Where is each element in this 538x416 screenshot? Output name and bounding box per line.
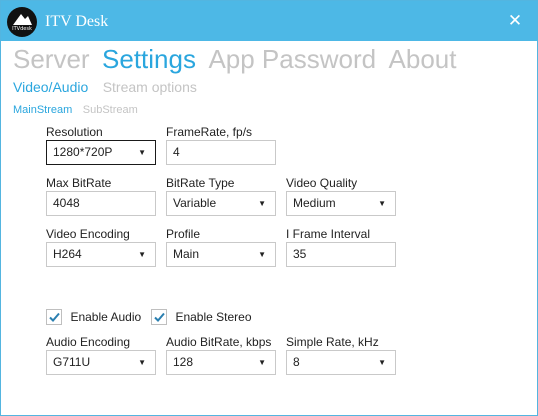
tab-stream-options[interactable]: Stream options	[103, 79, 197, 95]
video-quality-select[interactable]: Medium ▼	[286, 191, 396, 216]
checkmark-icon	[49, 312, 60, 322]
video-encoding-select[interactable]: H264 ▼	[46, 242, 156, 267]
checkbox-box[interactable]	[46, 308, 62, 325]
audio-encoding-label: Audio Encoding	[46, 335, 131, 349]
chevron-down-icon: ▼	[258, 199, 266, 208]
audio-bitrate-value: 128	[173, 355, 194, 369]
iframe-interval-value: 35	[293, 247, 307, 261]
sample-rate-value: 8	[293, 355, 300, 369]
checkbox-box[interactable]	[151, 308, 167, 325]
sample-rate-label: Simple Rate, kHz	[286, 335, 379, 349]
audio-encoding-select[interactable]: G711U ▼	[46, 350, 156, 375]
tab-about[interactable]: About	[389, 43, 457, 75]
close-button[interactable]: ✕	[505, 11, 525, 31]
chevron-down-icon: ▼	[378, 358, 386, 367]
framerate-field: FrameRate, fp/s 4	[166, 125, 276, 165]
video-encoding-value: H264	[53, 247, 82, 261]
iframe-interval-label: I Frame Interval	[286, 227, 371, 241]
chevron-down-icon: ▼	[138, 250, 146, 259]
framerate-label: FrameRate, fp/s	[166, 125, 253, 139]
profile-value: Main	[173, 247, 200, 261]
audio-bitrate-field: Audio BitRate, kbps 128 ▼	[166, 335, 276, 375]
enable-stereo-label: Enable Stereo	[175, 309, 252, 324]
sample-rate-field: Simple Rate, kHz 8 ▼	[286, 335, 396, 375]
stream-tabs: MainStream SubStream	[13, 100, 144, 118]
title-bar[interactable]: ITVdesk ITV Desk ✕	[1, 1, 537, 41]
logo-text: ITVdesk	[12, 26, 32, 32]
bitrate-type-field: BitRate Type Variable ▼	[166, 176, 276, 216]
window-title: ITV Desk	[45, 13, 109, 30]
iframe-interval-input[interactable]: 35	[286, 242, 396, 267]
chevron-down-icon: ▼	[378, 199, 386, 208]
bitrate-type-value: Variable	[173, 196, 217, 210]
video-quality-label: Video Quality	[286, 176, 358, 190]
chevron-down-icon: ▼	[138, 358, 146, 367]
video-quality-value: Medium	[293, 196, 336, 210]
sub-tabs: Video/Audio Stream options	[13, 79, 207, 97]
profile-select[interactable]: Main ▼	[166, 242, 276, 267]
tab-video-audio[interactable]: Video/Audio	[13, 79, 88, 95]
main-tabs: Server Settings App Password About	[13, 43, 465, 75]
audio-bitrate-label: Audio BitRate, kbps	[166, 335, 272, 349]
max-bitrate-input[interactable]: 4048	[46, 191, 156, 216]
video-encoding-field: Video Encoding H264 ▼	[46, 227, 156, 267]
enable-audio-checkbox[interactable]: Enable Audio	[46, 308, 141, 326]
tab-substream[interactable]: SubStream	[83, 104, 138, 116]
profile-label: Profile	[166, 227, 201, 241]
chevron-down-icon: ▼	[138, 148, 146, 157]
resolution-label: Resolution	[46, 125, 103, 139]
framerate-input[interactable]: 4	[166, 140, 276, 165]
video-quality-field: Video Quality Medium ▼	[286, 176, 396, 216]
bitrate-type-select[interactable]: Variable ▼	[166, 191, 276, 216]
settings-window: ITVdesk ITV Desk ✕ Server Settings App P…	[0, 0, 538, 416]
max-bitrate-field: Max BitRate 4048	[46, 176, 156, 216]
max-bitrate-value: 4048	[53, 196, 80, 210]
video-encoding-label: Video Encoding	[46, 227, 130, 241]
tab-settings[interactable]: Settings	[102, 43, 196, 75]
checkmark-icon	[154, 312, 165, 322]
enable-audio-label: Enable Audio	[70, 309, 142, 324]
audio-encoding-field: Audio Encoding G711U ▼	[46, 335, 156, 375]
iframe-interval-field: I Frame Interval 35	[286, 227, 396, 267]
enable-stereo-checkbox[interactable]: Enable Stereo	[151, 308, 252, 326]
tab-mainstream[interactable]: MainStream	[13, 104, 72, 116]
audio-bitrate-select[interactable]: 128 ▼	[166, 350, 276, 375]
resolution-field: Resolution 1280*720P ▼	[46, 125, 156, 165]
itv-logo-icon: ITVdesk	[7, 7, 37, 37]
sample-rate-select[interactable]: 8 ▼	[286, 350, 396, 375]
tab-server[interactable]: Server	[13, 43, 90, 75]
chevron-down-icon: ▼	[258, 358, 266, 367]
max-bitrate-label: Max BitRate	[46, 176, 112, 190]
tab-app-password[interactable]: App Password	[208, 43, 376, 75]
resolution-value: 1280*720P	[53, 145, 113, 159]
resolution-select[interactable]: 1280*720P ▼	[46, 140, 156, 165]
audio-encoding-value: G711U	[53, 355, 91, 369]
chevron-down-icon: ▼	[258, 250, 266, 259]
bitrate-type-label: BitRate Type	[166, 176, 235, 190]
profile-field: Profile Main ▼	[166, 227, 276, 267]
framerate-value: 4	[173, 145, 180, 159]
